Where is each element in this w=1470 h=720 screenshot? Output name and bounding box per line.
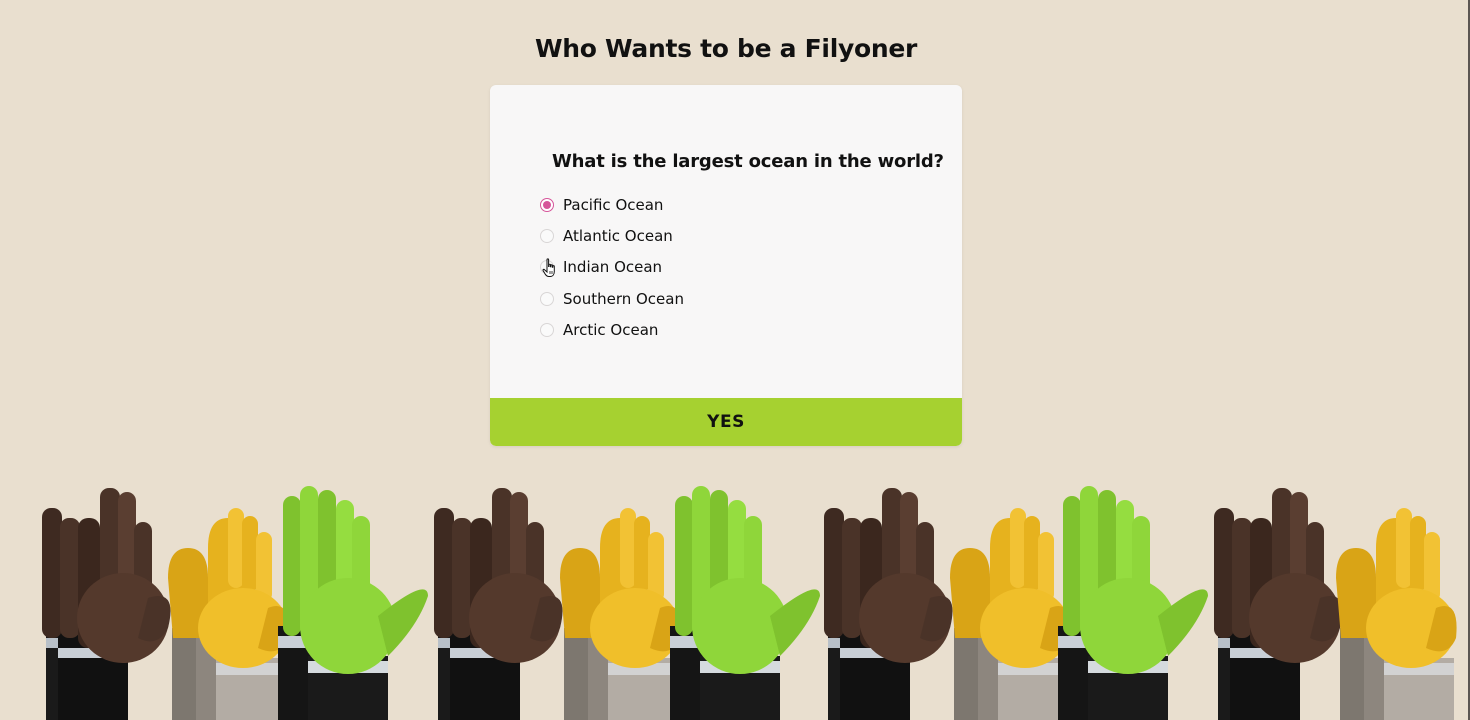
raised-hand-green [278, 486, 428, 720]
radio-button[interactable] [540, 229, 554, 244]
question-card: What is the largest ocean in the world? … [490, 85, 962, 446]
option-label: Southern Ocean [563, 289, 684, 308]
raised-hand-yellow [560, 508, 681, 720]
raised-hands-illustration [42, 486, 1457, 720]
option-indian-ocean[interactable]: Indian Ocean [540, 252, 684, 283]
raised-hand-yellow [168, 508, 289, 720]
raised-hand-yellow [1336, 508, 1457, 720]
option-label: Atlantic Ocean [563, 227, 673, 246]
raised-hand-dark [824, 488, 953, 720]
option-atlantic-ocean[interactable]: Atlantic Ocean [540, 220, 684, 251]
radio-button-selected[interactable] [540, 197, 554, 212]
raised-hand-yellow [950, 508, 1071, 720]
yes-submit-button[interactable]: YES [490, 398, 962, 446]
raised-hand-dark [434, 488, 563, 720]
raised-hand-dark [42, 488, 171, 720]
radio-button[interactable] [540, 291, 554, 306]
raised-hand-green [670, 486, 820, 720]
raised-hand-green [1058, 486, 1208, 720]
option-label: Arctic Ocean [563, 321, 659, 340]
option-label: Pacific Ocean [563, 195, 664, 214]
radio-button[interactable] [540, 260, 554, 275]
page-title: Who Wants to be a Filyoner [534, 34, 918, 63]
option-pacific-ocean[interactable]: Pacific Ocean [540, 189, 684, 220]
option-label: Indian Ocean [563, 258, 663, 277]
option-arctic-ocean[interactable]: Arctic Ocean [540, 315, 684, 346]
raised-hand-dark [1214, 488, 1343, 720]
quiz-page: Who Wants to be a Filyoner What is the l… [0, 0, 1470, 720]
question-text: What is the largest ocean in the world? [552, 151, 944, 172]
option-southern-ocean[interactable]: Southern Ocean [540, 283, 684, 314]
radio-button[interactable] [540, 323, 554, 338]
answer-options: Pacific Ocean Atlantic Ocean Indian Ocea… [540, 189, 684, 346]
